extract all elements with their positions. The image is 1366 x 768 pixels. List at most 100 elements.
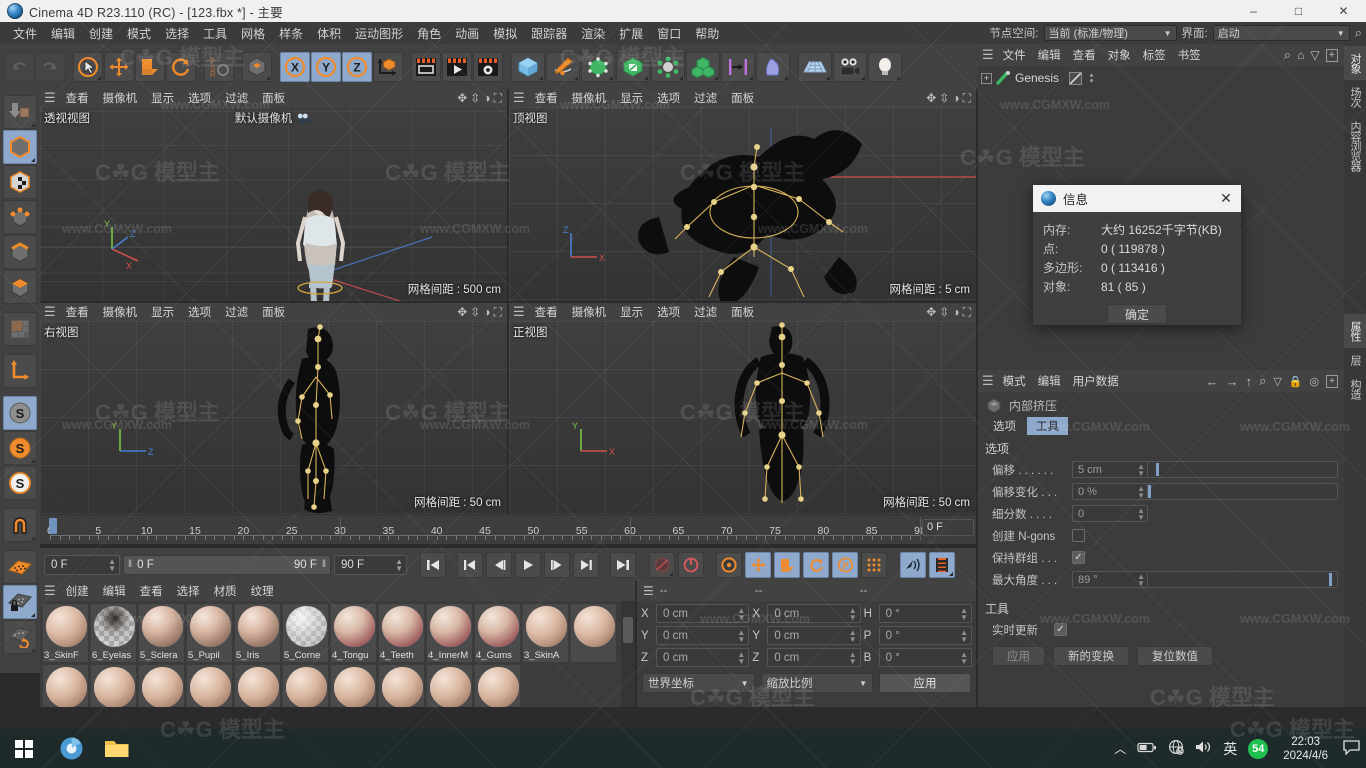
spinner-icon[interactable]: ▲ ▼ <box>737 606 745 621</box>
vp-menu-camera[interactable]: 摄像机 <box>565 89 614 107</box>
apply-button[interactable]: 应用 <box>992 646 1045 666</box>
goto-previous-key-button[interactable] <box>457 551 483 578</box>
step-back-button[interactable] <box>486 551 512 578</box>
orbit-icon[interactable]: ◑ <box>483 91 490 105</box>
deformer-button[interactable] <box>616 51 650 82</box>
orbit-icon[interactable]: ◑ <box>952 91 959 105</box>
menu-item-10[interactable]: 角色 <box>410 23 448 44</box>
om-menu-file[interactable]: 文件 <box>997 46 1032 64</box>
viewport-perspective[interactable]: ☰ 查看 摄像机 显示 选项 过滤 面板 ✥ ⇳ ◑ ⛶ Y Z X 透视视图 … <box>40 89 507 301</box>
pan-icon[interactable]: ✥ <box>457 91 467 105</box>
goto-start-button[interactable] <box>420 551 446 578</box>
psr-lock-button[interactable]: PSR <box>204 51 234 82</box>
attribute-slider[interactable] <box>1148 483 1338 500</box>
update-badge[interactable]: 54 <box>1248 738 1269 759</box>
menu-item-7[interactable]: 样条 <box>272 23 310 44</box>
vtab-structure[interactable]: 构造 <box>1344 372 1366 406</box>
pan-icon[interactable]: ✥ <box>926 91 936 105</box>
attribute-slider[interactable] <box>1148 461 1338 478</box>
camera-button[interactable] <box>833 51 867 82</box>
close-button[interactable]: ✕ <box>1321 0 1366 22</box>
menu-item-9[interactable]: 运动图形 <box>348 23 410 44</box>
range-grip-left[interactable]: ‖ <box>128 559 132 570</box>
material-item[interactable]: 4_InnerM <box>426 603 473 663</box>
maximize-viewport-icon[interactable]: ⛶ <box>963 305 971 320</box>
menu-item-12[interactable]: 模拟 <box>486 23 524 44</box>
points-mode-button[interactable] <box>3 200 37 234</box>
material-item[interactable] <box>234 664 281 707</box>
vp-menu-camera[interactable]: 摄像机 <box>96 89 145 107</box>
material-scrollbar[interactable] <box>621 601 635 707</box>
vp-menu-display[interactable]: 显示 <box>613 89 650 107</box>
coord-rotation-h-input[interactable]: 0 ° ▲ ▼ <box>878 604 972 623</box>
info-dialog-close-button[interactable]: ✕ <box>1211 185 1241 212</box>
menu-item-4[interactable]: 选择 <box>158 23 196 44</box>
maximize-viewport-icon[interactable]: ⛶ <box>494 305 502 320</box>
om-menu-tag[interactable]: 标签 <box>1137 46 1172 64</box>
point-level-animation-button[interactable] <box>861 551 887 578</box>
spinner-icon[interactable]: ▲ ▼ <box>849 628 857 643</box>
om-menu-bookmark[interactable]: 书签 <box>1172 46 1207 64</box>
menu-item-1[interactable]: 编辑 <box>44 23 82 44</box>
menu-item-2[interactable]: 创建 <box>82 23 120 44</box>
slider-knob[interactable] <box>1155 463 1159 476</box>
menu-item-13[interactable]: 跟踪器 <box>524 23 574 44</box>
hamburger-icon[interactable]: ☰ <box>513 304 525 320</box>
hamburger-icon[interactable]: ☰ <box>44 304 56 320</box>
viewport-front[interactable]: ☰ 查看 摄像机 显示 选项 过滤 面板 ✥ ⇳ ◑ ⛶ Y X 正视图 网格间… <box>509 303 976 514</box>
dolly-icon[interactable]: ⇳ <box>470 305 480 319</box>
material-item[interactable]: 6_Eyelas <box>90 603 137 663</box>
material-item[interactable] <box>570 603 617 663</box>
render-settings-button[interactable] <box>473 51 503 82</box>
object-row-genesis[interactable]: + Genesis <box>978 68 1344 88</box>
spinner-icon[interactable]: ▲ ▼ <box>1137 484 1145 499</box>
floor-environment-button[interactable] <box>798 51 832 82</box>
search-ic on[interactable]: ⌕ <box>1284 47 1291 63</box>
material-item[interactable]: 5_Sclera <box>138 603 185 663</box>
viewport-right-canvas[interactable]: Y Z 右视图 网格间距: 50 cm <box>40 321 507 514</box>
pan-icon[interactable]: ✥ <box>926 305 936 319</box>
hamburger-icon[interactable]: ☰ <box>982 373 994 389</box>
mm-menu-edit[interactable]: 编辑 <box>96 582 133 600</box>
spinner-icon[interactable]: ▲ ▼ <box>960 650 968 665</box>
lock-icon[interactable]: 🔒 <box>1289 375 1303 388</box>
vp-menu-camera[interactable]: 摄像机 <box>96 303 145 321</box>
back-arrow-icon[interactable]: ← <box>1206 374 1219 389</box>
expand-icon[interactable]: + <box>981 72 992 84</box>
vp-menu-display[interactable]: 显示 <box>144 89 181 107</box>
enable-axis-button[interactable]: S <box>3 396 37 430</box>
workplane-snap-button[interactable]: S <box>3 466 37 500</box>
spinner-icon[interactable]: ▲ ▼ <box>1137 506 1145 521</box>
target-icon[interactable]: ◎ <box>1310 375 1320 388</box>
orbit-icon[interactable]: ◑ <box>483 305 490 319</box>
attribute-slider[interactable] <box>1148 571 1338 588</box>
play-button[interactable] <box>515 551 541 578</box>
timeline-end-field[interactable]: 0 F <box>922 519 974 536</box>
spinner-icon[interactable]: ▲ ▼ <box>849 650 857 665</box>
object-axis-button[interactable] <box>373 51 403 82</box>
timeline-playhead[interactable] <box>49 518 57 534</box>
material-item[interactable]: 5_Pupil <box>186 603 233 663</box>
goto-next-key-button[interactable] <box>573 551 599 578</box>
redo-button[interactable] <box>35 51 65 82</box>
menu-item-14[interactable]: 渲染 <box>574 23 612 44</box>
scale-mode-select[interactable]: 缩放比例 ▼ <box>760 673 873 693</box>
coord-rotation-b-input[interactable]: 0 ° ▲ ▼ <box>878 648 972 667</box>
coord-position-x-input[interactable]: 0 cm ▲ ▼ <box>656 604 750 623</box>
material-item[interactable] <box>282 664 329 707</box>
texture-mode-button[interactable] <box>3 165 37 199</box>
material-item[interactable] <box>378 664 425 707</box>
cube-primitive-button[interactable] <box>511 51 545 82</box>
up-arrow-icon[interactable]: ↑ <box>1246 374 1253 389</box>
spinner-icon[interactable]: ▲ ▼ <box>1137 572 1145 587</box>
menu-item-3[interactable]: 模式 <box>120 23 158 44</box>
axis-y-button[interactable]: Y <box>311 51 341 82</box>
coord-size-z-input[interactable]: 0 cm ▲ ▼ <box>767 648 861 667</box>
om-menu-view[interactable]: 查看 <box>1067 46 1102 64</box>
clock[interactable]: 22:03 2024/4/6 <box>1279 735 1332 763</box>
material-item[interactable]: 4_Teeth <box>378 603 425 663</box>
vp-menu-panel[interactable]: 面板 <box>255 89 292 107</box>
vp-menu-display[interactable]: 显示 <box>613 303 650 321</box>
step-forward-button[interactable] <box>544 551 570 578</box>
vp-menu-options[interactable]: 选项 <box>181 89 218 107</box>
